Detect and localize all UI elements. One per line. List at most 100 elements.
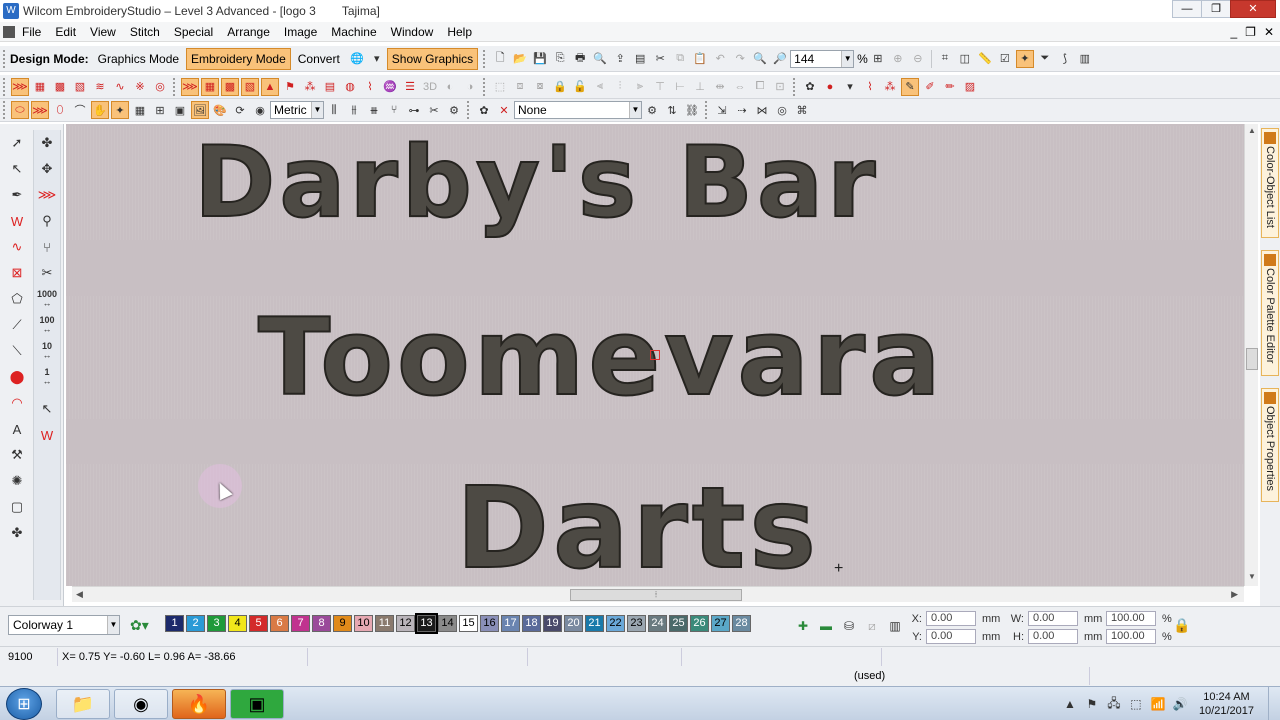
zoom-in-icon[interactable]: ⊕ [889, 50, 907, 68]
trapunto-icon[interactable]: ▧ [241, 77, 259, 96]
chevron-down-icon[interactable]: ▼ [841, 50, 854, 67]
make-same-size-icon[interactable]: ⧠ [751, 78, 769, 96]
stitch-player-icon[interactable]: ⚙ [445, 101, 463, 119]
knife-icon[interactable]: ⚲ [35, 208, 59, 234]
tray-signal-icon[interactable]: 📶 [1149, 697, 1167, 711]
height-percent-field[interactable]: 100.00 [1106, 629, 1156, 644]
thread-swatch[interactable]: 10 [354, 615, 373, 632]
blend-icon[interactable]: ◑ [461, 78, 479, 96]
cut-icon[interactable]: ✂ [651, 50, 669, 68]
thread-swatch[interactable]: 3 [207, 615, 226, 632]
align-bottom-icon[interactable]: ⊥ [691, 78, 709, 96]
thread-swatch[interactable]: 17 [501, 615, 520, 632]
thread-swatch[interactable]: 7 [291, 615, 310, 632]
eraser-icon[interactable]: ▨ [961, 78, 979, 96]
align-middle-icon[interactable]: ⊢ [671, 78, 689, 96]
horizontal-scroll-thumb[interactable]: ⦙ [570, 589, 742, 601]
tray-volume-icon[interactable]: 🔊 [1171, 697, 1189, 711]
zigzag-icon[interactable]: ⋙ [181, 77, 199, 96]
menu-machine[interactable]: Machine [324, 25, 383, 39]
scissors-icon[interactable]: ✂ [35, 260, 59, 286]
tab-object-properties[interactable]: Object Properties [1261, 388, 1279, 502]
x-icon[interactable]: ✕ [495, 101, 513, 119]
show-desktop-button[interactable] [1268, 687, 1280, 720]
align-left-icon[interactable]: ⫷ [591, 78, 609, 96]
select-box-icon[interactable]: ⬚ [491, 78, 509, 96]
tatami-tool-icon[interactable]: ⊠ [5, 260, 29, 286]
print-icon[interactable]: 🖶 [571, 50, 589, 68]
thread-swatch[interactable]: 18 [522, 615, 541, 632]
system-clock[interactable]: 10:24 AM 10/21/2017 [1199, 690, 1254, 718]
align-right-icon[interactable]: ⫸ [631, 78, 649, 96]
zoom-previous-icon[interactable]: ⊖ [909, 50, 927, 68]
mdi-restore-button[interactable]: ❐ [1245, 25, 1256, 39]
zoom-icon[interactable]: 🔍 [751, 50, 769, 68]
stitch-points-icon[interactable]: ✦ [1015, 49, 1034, 68]
density-1000-button[interactable]: 1000 ↔ [35, 286, 59, 312]
thread-swatch[interactable]: 14 [438, 615, 457, 632]
needle-icon[interactable]: ⟆ [1056, 50, 1074, 68]
thread-swatch[interactable]: 21 [585, 615, 604, 632]
triangle-icon[interactable]: ▲ [261, 77, 279, 96]
group-icon[interactable]: ⧈ [511, 78, 529, 96]
ellipse-icon[interactable]: ⬭ [11, 101, 29, 119]
proportion-lock-icon[interactable]: 🔒 [1172, 617, 1192, 637]
graphics-mode-button[interactable]: Graphics Mode [93, 48, 184, 70]
3d-icon[interactable]: 3D [421, 78, 439, 96]
new-file-icon[interactable]: 🗋 [491, 50, 509, 68]
minimize-button[interactable]: — [1172, 0, 1202, 18]
link-icon[interactable]: ⛓ [683, 101, 701, 119]
tab-color-palette-editor[interactable]: Color Palette Editor [1261, 250, 1279, 376]
thread-swatch[interactable]: 28 [732, 615, 751, 632]
remove-color-icon[interactable]: ▬ [817, 617, 835, 635]
flag-icon[interactable]: ⚑ [281, 78, 299, 96]
grid-view-icon[interactable]: ⊞ [151, 101, 169, 119]
toolbar-grip[interactable] [3, 101, 7, 119]
thread-swatch[interactable]: 19 [543, 615, 562, 632]
tray-flag-icon[interactable]: ⚑ [1083, 697, 1101, 711]
chevron-down-icon[interactable]: ▼ [107, 616, 119, 634]
thread-swatch[interactable]: 5 [249, 615, 268, 632]
thread-swatch[interactable]: 26 [690, 615, 709, 632]
satin-stitch-icon[interactable]: ⋙ [11, 77, 29, 96]
tatami-stitch-icon[interactable]: ▦ [31, 78, 49, 96]
sequin-tool-icon[interactable]: ✥ [35, 156, 59, 182]
reshape-arrow-icon[interactable]: ↖ [5, 156, 29, 182]
convert-button[interactable]: Convert [293, 48, 345, 70]
menu-window[interactable]: Window [384, 25, 441, 39]
menu-file[interactable]: File [15, 25, 48, 39]
density-10-button[interactable]: 10 ↔ [35, 338, 59, 364]
density-100-button[interactable]: 100 ↔ [35, 312, 59, 338]
needle-points-icon[interactable]: ⫵ [345, 101, 363, 119]
frame-icon[interactable]: ▢ [5, 494, 29, 520]
design-text-line-3[interactable]: Darts [66, 463, 1244, 586]
width-percent-field[interactable]: 100.00 [1106, 611, 1156, 626]
export-icon[interactable]: ⎘ [551, 50, 569, 68]
palette-icon[interactable]: 🎨 [211, 101, 229, 119]
radial-fill-icon[interactable]: ▦ [201, 77, 219, 96]
unlock-icon[interactable]: 🔓 [571, 78, 589, 96]
contour-stitch-icon[interactable]: ≋ [91, 78, 109, 96]
colorway-select[interactable]: Colorway 1 ▼ [8, 615, 120, 635]
hoop-icon[interactable]: ◫ [956, 50, 974, 68]
thread-swatch[interactable]: 24 [648, 615, 667, 632]
zoom-out-icon[interactable]: 🔎 [771, 50, 789, 68]
ungroup-icon[interactable]: ⧇ [531, 78, 549, 96]
checkbox-icon[interactable]: ☑ [996, 50, 1014, 68]
toolbar-grip[interactable] [467, 101, 471, 119]
lines-icon[interactable]: ☰ [401, 78, 419, 96]
open-folder-icon[interactable]: 📂 [511, 50, 529, 68]
redo-icon[interactable]: ↷ [731, 50, 749, 68]
branch-icon[interactable]: ⑂ [385, 101, 403, 119]
mdi-close-button[interactable]: ✕ [1264, 25, 1274, 39]
run-stitch-icon[interactable]: ∿ [5, 234, 29, 260]
weld-icon[interactable]: ⊶ [405, 101, 423, 119]
restore-button[interactable]: ❐ [1201, 0, 1231, 18]
needle-combo[interactable]: None ▼ [514, 101, 642, 119]
sequence-icon[interactable]: ⚙ [643, 101, 661, 119]
thread-swatch[interactable]: 16 [480, 615, 499, 632]
print-preview-icon[interactable]: 🔍 [591, 50, 609, 68]
hatch-icon[interactable]: ▤ [321, 78, 339, 96]
thread-swatch[interactable]: 8 [312, 615, 331, 632]
step-fill-icon[interactable]: ▩ [51, 78, 69, 96]
